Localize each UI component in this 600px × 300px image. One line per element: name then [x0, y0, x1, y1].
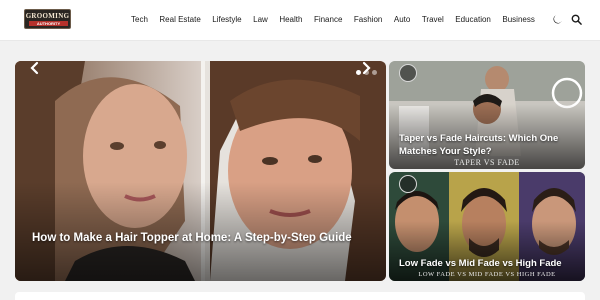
card-badge-logo [399, 64, 417, 82]
nav-item-business[interactable]: Business [502, 15, 534, 27]
slider-dot[interactable] [372, 70, 377, 75]
hero-title[interactable]: How to Make a Hair Topper at Home: A Ste… [32, 231, 372, 247]
hero-image [15, 61, 386, 281]
logo-subtext: AUTHORITY [29, 21, 68, 26]
article-card[interactable]: Taper vs Fade Haircuts: Which One Matche… [389, 61, 585, 169]
nav-item-auto[interactable]: Auto [394, 15, 410, 27]
site-header: GROOMING AUTHORITY Tech Real Estate Life… [0, 0, 600, 41]
search-icon[interactable] [571, 14, 582, 25]
logo-text: GROOMING [25, 12, 70, 20]
main-nav: Tech Real Estate Lifestyle Law Health Fi… [131, 15, 546, 27]
card-badge-logo [399, 175, 417, 193]
article-card[interactable]: Low Fade vs Mid Fade vs High Fade LOW FA… [389, 172, 585, 281]
nav-item-fashion[interactable]: Fashion [354, 15, 382, 27]
content-section-edge [15, 292, 585, 300]
chevron-right-icon[interactable] [360, 61, 372, 75]
hero-slider[interactable]: How to Make a Hair Topper at Home: A Ste… [15, 61, 386, 281]
card-caption: TAPER VS FADE [454, 158, 520, 167]
nav-item-real-estate[interactable]: Real Estate [159, 15, 200, 27]
nav-item-tech[interactable]: Tech [131, 15, 148, 27]
nav-item-lifestyle[interactable]: Lifestyle [212, 15, 241, 27]
nav-item-education[interactable]: Education [455, 15, 491, 27]
moon-icon[interactable] [552, 14, 563, 25]
nav-item-health[interactable]: Health [279, 15, 302, 27]
site-logo[interactable]: GROOMING AUTHORITY [24, 9, 71, 29]
nav-item-law[interactable]: Law [253, 15, 268, 27]
chevron-left-icon[interactable] [29, 61, 41, 75]
card-caption: LOW FADE VS MID FADE VS HIGH FADE [418, 271, 556, 278]
nav-item-travel[interactable]: Travel [422, 15, 444, 27]
card-title[interactable]: Low Fade vs Mid Fade vs High Fade [399, 257, 579, 270]
card-title[interactable]: Taper vs Fade Haircuts: Which One Matche… [399, 132, 579, 158]
nav-item-finance[interactable]: Finance [314, 15, 342, 27]
